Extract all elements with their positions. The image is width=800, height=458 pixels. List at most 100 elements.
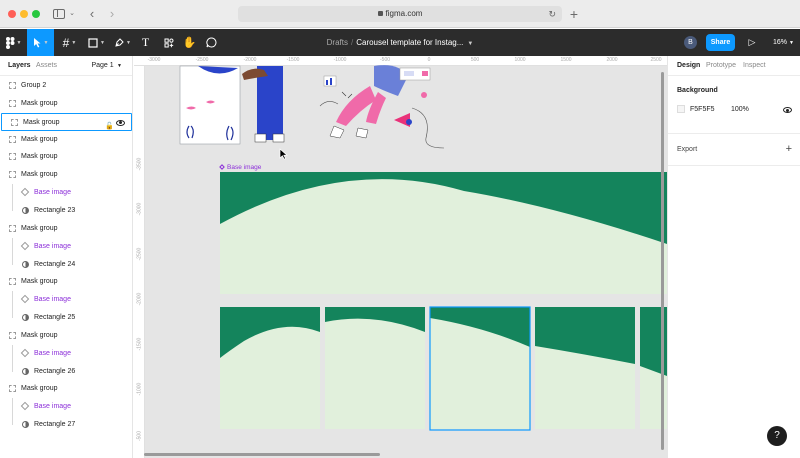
layer-name: Base image bbox=[34, 189, 71, 197]
chevron-down-icon: ▼ bbox=[126, 39, 131, 46]
carousel-slide-1[interactable] bbox=[220, 307, 320, 429]
layer-name: Base image bbox=[34, 403, 71, 411]
layer-name: Rectangle 27 bbox=[34, 421, 76, 429]
carousel-slide-3[interactable] bbox=[429, 306, 531, 431]
layer-group[interactable]: Mask group bbox=[0, 131, 132, 149]
layer-name: Rectangle 26 bbox=[34, 367, 76, 375]
component-diamond-icon bbox=[20, 241, 30, 250]
layer-name: Mask group bbox=[21, 385, 58, 393]
page-selector[interactable]: Page 1 ▼ bbox=[91, 56, 122, 76]
horizontal-scrollbar[interactable] bbox=[144, 453, 380, 456]
layer-group[interactable]: Mask group bbox=[0, 380, 132, 398]
minimize-window-button[interactable] bbox=[20, 10, 28, 18]
layer-name: Group 2 bbox=[21, 82, 47, 89]
background-title: Background bbox=[677, 87, 718, 94]
layer-component[interactable]: Base image bbox=[0, 344, 132, 363]
layer-group[interactable]: Mask group bbox=[0, 148, 132, 166]
chevron-down-icon[interactable]: ⌄ bbox=[68, 7, 76, 21]
tree-line bbox=[12, 237, 13, 256]
cursor-arrow-icon bbox=[33, 38, 41, 48]
tab-design[interactable]: Design bbox=[677, 56, 700, 76]
chevron-down-icon: ▼ bbox=[16, 39, 22, 46]
layer-group[interactable]: Group 2 bbox=[0, 77, 132, 95]
present-play-icon[interactable]: ▷ bbox=[746, 36, 758, 49]
layer-group[interactable]: Mask group bbox=[0, 273, 132, 291]
tree-line bbox=[12, 398, 13, 417]
tree-line bbox=[12, 362, 13, 372]
back-arrow-icon[interactable]: ‹ bbox=[87, 7, 97, 21]
vertical-scrollbar[interactable] bbox=[661, 72, 664, 450]
design-panel-tabs: Design Prototype Inspect bbox=[668, 56, 800, 76]
tab-layers[interactable]: Layers bbox=[8, 56, 31, 76]
layer-name: Mask group bbox=[21, 153, 58, 161]
figma-toolbar: ▼ ▼ # ▼ ▼ ▼ T ✋ Drafts / Carousel template … bbox=[0, 29, 800, 56]
group-dashed-icon bbox=[9, 135, 16, 143]
layer-component[interactable]: Base image bbox=[0, 237, 132, 256]
component-diamond-icon bbox=[20, 294, 30, 304]
carousel-slide-2[interactable] bbox=[325, 307, 425, 429]
chevron-down-icon: ▼ bbox=[115, 63, 122, 69]
layers-panel-tabs: Layers Assets Page 1 ▼ bbox=[0, 56, 132, 76]
layer-component[interactable]: Base image bbox=[0, 184, 132, 203]
pen-nib-icon bbox=[115, 37, 124, 47]
layer-group[interactable]: Mask group 🔓 bbox=[1, 112, 132, 131]
background-opacity-input[interactable]: 100% bbox=[731, 105, 749, 114]
reload-icon[interactable]: ↻ bbox=[548, 6, 556, 22]
layer-mask[interactable]: Rectangle 26 bbox=[0, 362, 132, 381]
tree-line bbox=[12, 201, 13, 211]
avatar[interactable]: B bbox=[684, 36, 697, 49]
layer-mask[interactable]: Rectangle 25 bbox=[0, 309, 132, 327]
help-button[interactable]: ? bbox=[767, 426, 787, 446]
layer-group[interactable]: Mask group bbox=[0, 166, 132, 184]
move-tool-button[interactable]: ▼ bbox=[27, 29, 54, 56]
main-menu-button[interactable]: ▼ bbox=[0, 29, 27, 56]
mask-icon bbox=[22, 206, 29, 214]
illustration-left bbox=[179, 65, 285, 145]
export-title: Export bbox=[677, 146, 698, 153]
layer-name: Base image bbox=[34, 349, 71, 357]
layer-group[interactable]: Mask group bbox=[0, 220, 132, 238]
carousel-slide-4[interactable] bbox=[535, 307, 635, 429]
file-title[interactable]: Carousel template for Instag... bbox=[356, 38, 463, 47]
frame-tool-button[interactable]: # ▼ bbox=[56, 29, 83, 56]
tree-line bbox=[12, 291, 13, 310]
canvas-artwork bbox=[179, 65, 667, 431]
comment-tool-button[interactable] bbox=[198, 29, 225, 56]
layer-name: Rectangle 25 bbox=[34, 314, 76, 322]
tab-inspect[interactable]: Inspect bbox=[743, 56, 766, 76]
zoom-window-button[interactable] bbox=[32, 10, 40, 18]
layer-mask[interactable]: Rectangle 24 bbox=[0, 255, 132, 274]
layer-name: Mask group bbox=[21, 278, 58, 286]
layer-group[interactable]: Mask group bbox=[0, 95, 132, 113]
layer-group[interactable]: Mask group bbox=[0, 327, 132, 345]
layer-mask[interactable]: Rectangle 23 bbox=[0, 201, 132, 220]
tab-assets[interactable]: Assets bbox=[36, 56, 57, 76]
hand-icon: ✋ bbox=[182, 37, 197, 49]
address-bar[interactable]: figma.com ↻ bbox=[238, 6, 562, 22]
share-button[interactable]: Share bbox=[706, 34, 735, 51]
layer-component[interactable]: Base image bbox=[0, 291, 132, 310]
tab-prototype[interactable]: Prototype bbox=[706, 56, 736, 76]
zoom-level[interactable]: 16% ▼ bbox=[773, 36, 794, 49]
group-dashed-icon bbox=[9, 385, 16, 393]
eye-icon[interactable] bbox=[783, 107, 792, 113]
breadcrumb-drafts[interactable]: Drafts bbox=[327, 38, 348, 47]
add-export-plus-icon[interactable]: + bbox=[786, 143, 792, 155]
chevron-down-icon[interactable]: ▼ bbox=[467, 41, 473, 47]
canvas[interactable]: -3000 -2500 -2000 -1500 -1000 -500 0 500 1000 150… bbox=[134, 56, 667, 458]
layer-name: Rectangle 24 bbox=[34, 260, 76, 268]
tree-line bbox=[12, 184, 13, 203]
eye-icon[interactable] bbox=[116, 119, 125, 126]
background-hex-input[interactable]: F5F5F5 bbox=[690, 105, 715, 114]
new-tab-plus-icon[interactable]: + bbox=[568, 7, 580, 21]
background-color-swatch[interactable] bbox=[677, 105, 685, 113]
layer-component[interactable]: Base image bbox=[0, 398, 132, 417]
layer-mask[interactable]: Rectangle 27 bbox=[0, 416, 132, 434]
tree-line bbox=[12, 416, 13, 426]
close-window-button[interactable] bbox=[8, 10, 16, 18]
base-image-frame[interactable] bbox=[220, 172, 667, 294]
sidebar-toggle-icon[interactable] bbox=[52, 7, 66, 21]
shape-tool-button[interactable]: ▼ bbox=[83, 29, 110, 56]
frame-label[interactable]: Base image bbox=[219, 164, 261, 171]
forward-arrow-icon[interactable]: › bbox=[107, 7, 117, 21]
